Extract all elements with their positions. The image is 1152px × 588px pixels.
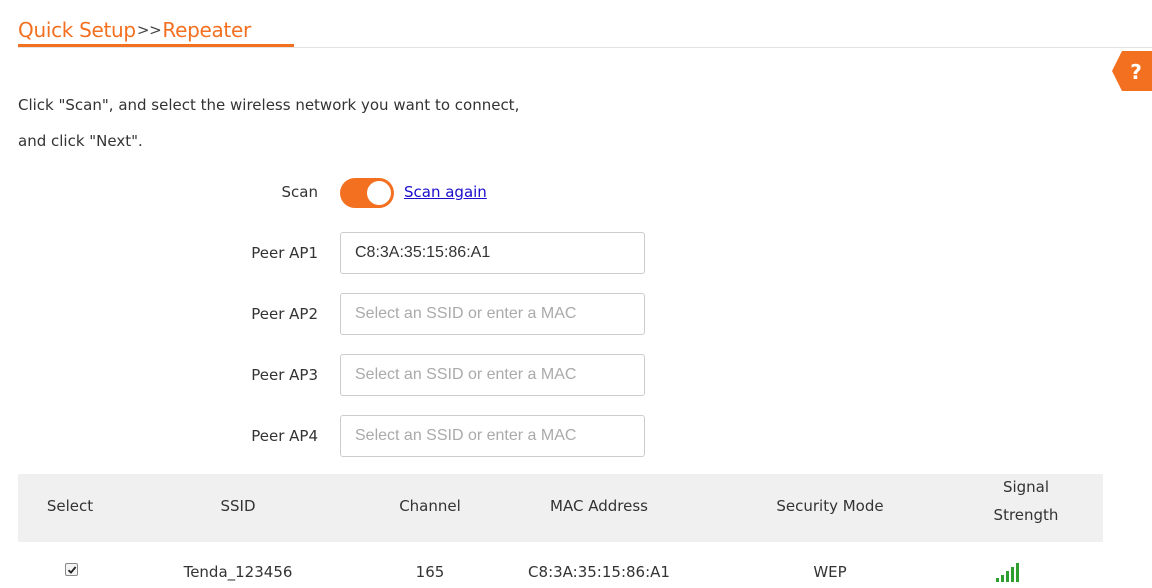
peer-ap1-input[interactable] — [340, 232, 645, 274]
peer-ap4-input[interactable] — [340, 415, 645, 457]
help-icon: ? — [1112, 51, 1152, 91]
row-mac: C8:3A:35:15:86:A1 — [528, 563, 670, 581]
column-select: Select — [46, 497, 94, 515]
column-mac: MAC Address — [550, 497, 648, 515]
scan-label: Scan — [281, 183, 318, 201]
peer-ap4-label: Peer AP4 — [251, 427, 318, 445]
column-ssid: SSID — [220, 497, 256, 515]
row-ssid: Tenda_123456 — [183, 563, 293, 581]
peer-ap2-input[interactable] — [340, 293, 645, 335]
column-channel: Channel — [399, 497, 461, 515]
row-security: WEP — [813, 563, 847, 581]
header-divider — [18, 47, 1152, 48]
intro-line-1: Click "Scan", and select the wireless ne… — [18, 96, 520, 114]
row-select-checkbox[interactable] — [65, 563, 78, 576]
breadcrumb-quick-setup[interactable]: Quick Setup — [18, 18, 136, 42]
help-button[interactable]: ? — [1112, 51, 1152, 91]
row-channel: 165 — [415, 563, 445, 581]
breadcrumb: Quick Setup>>Repeater — [18, 18, 251, 46]
column-security: Security Mode — [776, 497, 884, 515]
check-icon — [67, 566, 77, 574]
intro-line-2: and click "Next". — [18, 132, 143, 150]
peer-ap2-label: Peer AP2 — [251, 305, 318, 323]
column-signal-line1: Signal — [1002, 478, 1050, 496]
breadcrumb-separator: >> — [136, 21, 162, 39]
column-signal-line2: Strength — [993, 506, 1059, 524]
scan-toggle-knob — [367, 181, 391, 205]
breadcrumb-repeater: Repeater — [162, 18, 251, 42]
peer-ap3-input[interactable] — [340, 354, 645, 396]
peer-ap3-label: Peer AP3 — [251, 366, 318, 384]
peer-ap1-label: Peer AP1 — [251, 244, 318, 262]
scan-toggle[interactable] — [340, 178, 394, 208]
scan-again-link[interactable]: Scan again — [404, 183, 487, 201]
signal-bars-icon — [996, 563, 1020, 587]
svg-text:?: ? — [1130, 60, 1142, 84]
